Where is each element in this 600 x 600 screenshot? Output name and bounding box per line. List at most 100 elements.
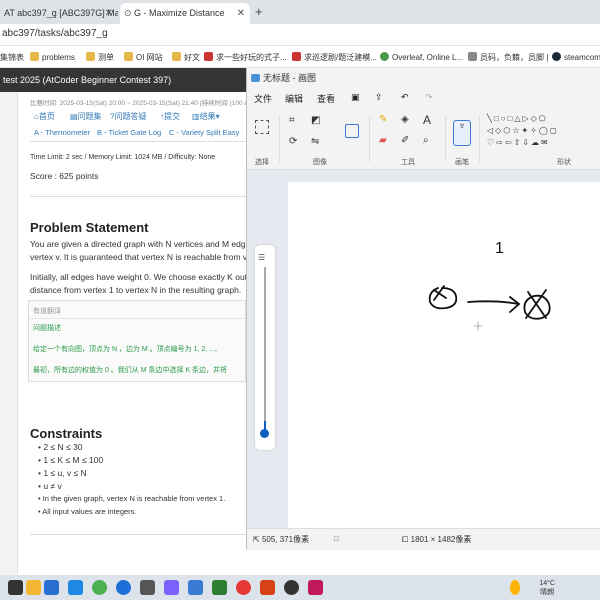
- edge-icon[interactable]: [44, 580, 59, 595]
- resize-icon[interactable]: ◩: [311, 115, 320, 126]
- constraint-item: • All input values are integers.: [38, 507, 137, 516]
- app-icon[interactable]: [308, 580, 323, 595]
- task-view-icon[interactable]: [8, 580, 23, 595]
- statement-line: Initially, all edges have weight 0. We c…: [30, 272, 246, 282]
- crop-icon[interactable]: ⌗: [289, 115, 295, 126]
- sketch-label: 1: [495, 240, 504, 257]
- paint-statusbar: ⇱ 505, 371像素 ⊡ ⧠ 1801 × 1482像素: [247, 528, 600, 550]
- tab-maximize-distance[interactable]: ⊙ G - Maximize Distance ✕: [120, 3, 250, 24]
- taskbar: 14°C 晴朗: [0, 575, 600, 600]
- tab-abc397g[interactable]: AT abc397_g [ABC397G] Ma ✕: [0, 3, 118, 24]
- magnifier-icon[interactable]: ⌕: [423, 135, 429, 146]
- browser-tab-bar: AT abc397_g [ABC397G] Ma ✕ ⊙ G - Maximiz…: [0, 0, 600, 24]
- app-icon[interactable]: [164, 580, 179, 595]
- zoom-slider-thumb[interactable]: [260, 429, 269, 438]
- bookmark-item[interactable]: 员码，负籍，员脚 |: [468, 52, 548, 63]
- close-icon[interactable]: ✕: [105, 3, 113, 24]
- bookmark-item[interactable]: 测单: [86, 52, 114, 63]
- new-tab-button[interactable]: +: [255, 3, 263, 21]
- divider: [30, 196, 246, 197]
- bookmark-item[interactable]: Overleaf, Online L...: [380, 52, 463, 62]
- bookmark-item[interactable]: 集锦表: [0, 52, 24, 63]
- zoom-slider-track[interactable]: [264, 267, 266, 433]
- weather-icon[interactable]: [510, 580, 520, 595]
- vscode-icon[interactable]: [188, 580, 203, 595]
- app-icon[interactable]: [260, 580, 275, 595]
- statement-line: vertex v. It is guaranteed that vertex N…: [30, 252, 246, 262]
- app-icon[interactable]: [212, 580, 227, 595]
- contest-title-bar: test 2025 (AtCoder Beginner Contest 397): [0, 68, 246, 92]
- nav-clarifications[interactable]: ?问题答疑: [110, 111, 146, 122]
- bookmark-item[interactable]: 好文: [172, 52, 200, 63]
- redo-icon[interactable]: ↷: [425, 92, 433, 103]
- bookmark-item[interactable]: 求一些好玩的式子...: [204, 52, 287, 63]
- close-icon[interactable]: ✕: [237, 3, 245, 24]
- drawing-canvas[interactable]: 1: [288, 182, 600, 528]
- text-icon[interactable]: A: [423, 113, 431, 127]
- sketch-node-left: [428, 287, 458, 310]
- constraint-item: • 1 ≤ u, v ≤ N: [38, 468, 87, 478]
- bookmark-item[interactable]: OI 网站: [124, 52, 163, 63]
- folder-icon: [124, 52, 133, 61]
- divider: [279, 116, 280, 162]
- zoom-panel-icon[interactable]: ☰: [258, 253, 265, 262]
- browser-icon[interactable]: [116, 580, 131, 595]
- undo-icon[interactable]: ↶: [401, 92, 409, 103]
- address-bar[interactable]: abc397/tasks/abc397_g: [0, 24, 600, 46]
- divider: [445, 116, 446, 162]
- bookmark-item[interactable]: 求巡逻剧/题泛建模...: [292, 52, 377, 63]
- menu-file[interactable]: 文件: [254, 92, 272, 105]
- weather-widget[interactable]: 14°C 晴朗: [539, 579, 555, 597]
- bookmark-item[interactable]: steamcom: [552, 52, 600, 62]
- group-label-tools: 工具: [401, 159, 415, 166]
- atcoder-tab-icon: ⊙: [124, 8, 135, 18]
- terminal-icon[interactable]: [140, 580, 155, 595]
- share-icon[interactable]: ⇪: [375, 92, 383, 103]
- translate-label[interactable]: 有道翻译: [33, 306, 61, 316]
- netease-music-icon[interactable]: [236, 580, 251, 595]
- constraints-heading: Constraints: [30, 426, 103, 441]
- breadcrumb-a[interactable]: A - Thermometer: [34, 128, 90, 137]
- divider: [30, 534, 246, 535]
- constraint-item: • In the given graph, vertex N is reacha…: [38, 494, 226, 503]
- statement-line: You are given a directed graph with N ve…: [30, 239, 246, 249]
- url-text[interactable]: abc397/tasks/abc397_g: [2, 28, 108, 39]
- select-tool-icon[interactable]: [255, 120, 269, 134]
- breadcrumb-b[interactable]: B - Ticket Gate Log: [97, 128, 161, 137]
- sketch-cursor: [473, 321, 483, 331]
- canvas-drawing: [428, 285, 551, 331]
- limits-text: Time Limit: 2 sec / Memory Limit: 1024 M…: [30, 154, 216, 161]
- fill-icon[interactable]: ◈: [401, 114, 409, 125]
- shapes-gallery[interactable]: ╲□○□△▷◇⬠ ◁◇⬡☆✦✧◯◻ ♡⇨⇦⇧⇩☁✉: [487, 113, 579, 149]
- nav-home[interactable]: ⌂首页: [34, 111, 55, 122]
- chrome-icon[interactable]: [92, 580, 107, 595]
- eraser-icon[interactable]: ▰: [379, 135, 387, 146]
- breadcrumb-c[interactable]: C - Variety Split Easy: [169, 128, 239, 137]
- app-icon[interactable]: [68, 580, 83, 595]
- image-select-icon[interactable]: [345, 124, 359, 138]
- pencil-icon[interactable]: ✎: [379, 114, 387, 125]
- group-label-brushes: 画笔: [455, 159, 469, 166]
- file-explorer-icon[interactable]: [26, 580, 41, 595]
- obs-icon[interactable]: [284, 580, 299, 595]
- steam-icon: [552, 52, 561, 61]
- save-icon[interactable]: ▣: [351, 92, 360, 103]
- color-picker-icon[interactable]: ✐: [401, 135, 409, 146]
- menu-view[interactable]: 查看: [317, 92, 335, 105]
- folder-icon: [172, 52, 181, 61]
- group-label-image: 图像: [313, 159, 327, 166]
- statement-line: distance from vertex 1 to vertex N in th…: [30, 285, 242, 295]
- canvas-area: ☰ 1: [247, 170, 600, 528]
- nav-submit[interactable]: ↑提交: [160, 111, 180, 122]
- flip-icon[interactable]: ⇋: [311, 136, 319, 147]
- constraint-item: • 1 ≤ K ≤ M ≤ 100: [38, 455, 104, 465]
- menu-edit[interactable]: 编辑: [285, 92, 303, 105]
- nav-tasks[interactable]: ▤问题集: [70, 111, 102, 122]
- zh-line: 最初，所有边的权值为 0 。我们从 M 条边中选择 K 条边，并将: [33, 367, 228, 374]
- divider: [29, 318, 246, 319]
- brush-icon[interactable]: ♆: [453, 120, 471, 146]
- bookmark-item[interactable]: problems: [30, 52, 75, 62]
- rotate-icon[interactable]: ⟳: [289, 136, 297, 147]
- nav-results[interactable]: ▥结果▾: [192, 111, 220, 122]
- contest-title[interactable]: test 2025 (AtCoder Beginner Contest 397): [3, 75, 171, 85]
